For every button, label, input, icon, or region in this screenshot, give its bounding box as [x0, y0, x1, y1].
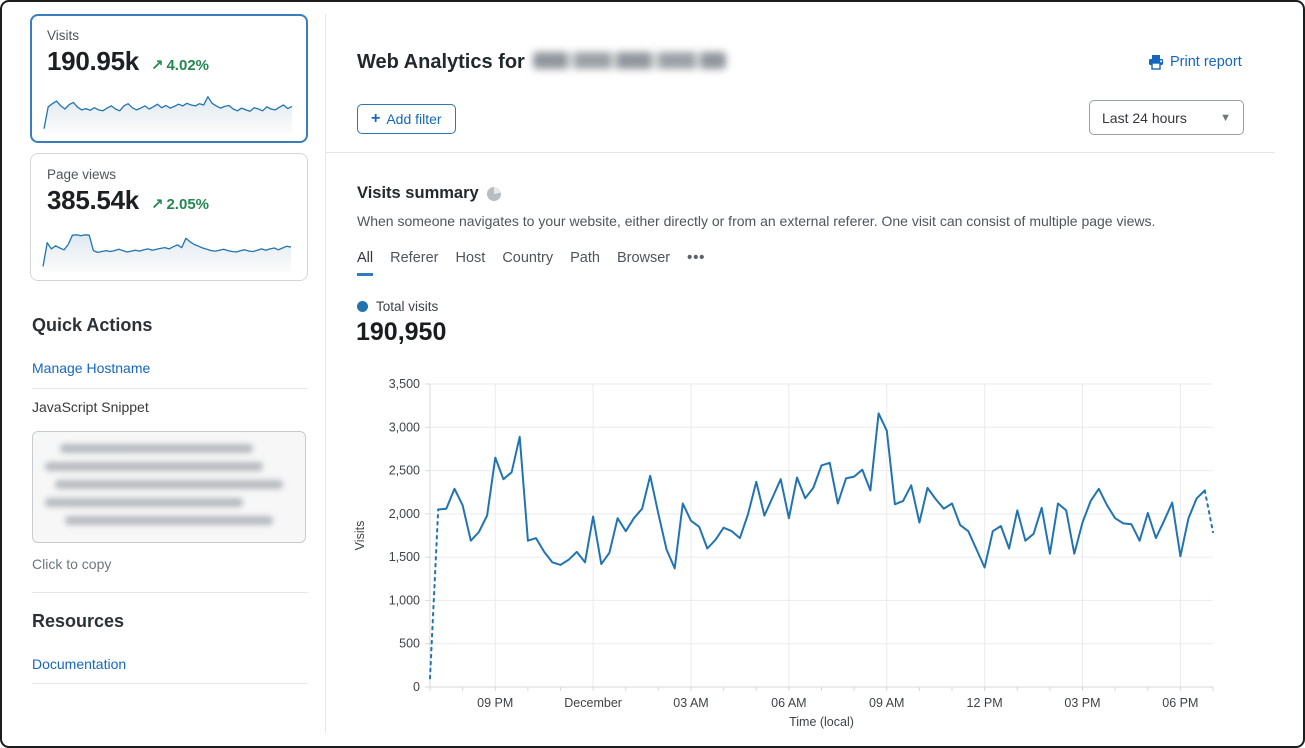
svg-text:Visits: Visits [353, 521, 367, 551]
javascript-snippet-label: JavaScript Snippet [32, 399, 149, 415]
total-visits-value: 190,950 [356, 318, 446, 347]
tabs-more-button[interactable]: ••• [687, 250, 705, 276]
redacted-domain [533, 52, 726, 69]
redacted-code-line [65, 516, 273, 525]
click-to-copy-hint: Click to copy [32, 556, 111, 572]
svg-text:06 AM: 06 AM [771, 696, 806, 710]
visits-line-chart: 0 500 1,000 1,500 2,000 2,500 3,000 3,500 09 PM D… [352, 374, 1230, 736]
quick-actions-heading: Quick Actions [32, 315, 152, 336]
redacted-code-line [45, 498, 243, 507]
svg-text:500: 500 [399, 637, 420, 651]
header-divider [326, 152, 1275, 153]
svg-text:1,500: 1,500 [389, 550, 420, 564]
redacted-code-line [55, 480, 283, 489]
svg-text:3,000: 3,000 [389, 420, 420, 434]
svg-text:09 PM: 09 PM [477, 696, 513, 710]
legend-dot-icon [357, 301, 368, 312]
tab-country[interactable]: Country [502, 250, 553, 276]
metric-change: ↗4.02% [151, 56, 209, 74]
metric-label: Visits [47, 28, 291, 43]
manage-hostname-link[interactable]: Manage Hostname [32, 360, 150, 376]
redacted-code-line [60, 444, 253, 453]
metric-label: Page views [47, 167, 291, 182]
page-title: Web Analytics for [357, 51, 726, 74]
tab-referer[interactable]: Referer [390, 250, 438, 276]
add-filter-button[interactable]: + Add filter [357, 104, 456, 134]
divider [32, 592, 308, 593]
redacted-code-line [45, 462, 263, 471]
tab-browser[interactable]: Browser [617, 250, 670, 276]
svg-text:2,000: 2,000 [389, 507, 420, 521]
svg-text:06 PM: 06 PM [1162, 696, 1198, 710]
svg-text:03 PM: 03 PM [1064, 696, 1100, 710]
svg-text:03 AM: 03 AM [673, 696, 708, 710]
chart-legend: Total visits [357, 299, 438, 314]
svg-text:09 AM: 09 AM [869, 696, 904, 710]
tab-all[interactable]: All [357, 250, 373, 276]
svg-text:December: December [564, 696, 622, 710]
svg-text:12 PM: 12 PM [967, 696, 1003, 710]
svg-text:Time (local): Time (local) [789, 715, 854, 729]
javascript-snippet-code-box[interactable] [32, 431, 306, 543]
resources-heading: Resources [32, 611, 124, 632]
chevron-down-icon: ▼ [1220, 112, 1231, 124]
divider [32, 683, 308, 684]
metric-value: 190.95k [47, 46, 139, 77]
metric-card-page-views[interactable]: Page views 385.54k ↗2.05% [30, 153, 308, 281]
plus-icon: + [371, 110, 380, 128]
tab-path[interactable]: Path [570, 250, 600, 276]
metric-change: ↗2.05% [151, 195, 209, 213]
legend-label: Total visits [376, 299, 438, 314]
metric-card-visits[interactable]: Visits 190.95k ↗4.02% [30, 14, 308, 143]
svg-text:2,500: 2,500 [389, 464, 420, 478]
svg-text:0: 0 [413, 680, 420, 694]
printer-icon [1148, 54, 1164, 70]
page-views-sparkline [41, 220, 293, 274]
visits-summary-description: When someone navigates to your website, … [357, 213, 1155, 229]
documentation-link[interactable]: Documentation [32, 656, 126, 672]
divider [32, 388, 308, 389]
print-report-button[interactable]: Print report [1148, 54, 1242, 70]
time-range-select[interactable]: Last 24 hours ▼ [1089, 100, 1244, 135]
metric-value: 385.54k [47, 185, 139, 216]
trend-up-icon: ↗ [151, 57, 164, 74]
time-range-value: Last 24 hours [1102, 110, 1187, 126]
visits-summary-heading: Visits summary [357, 184, 501, 203]
tab-host[interactable]: Host [455, 250, 485, 276]
trend-up-icon: ↗ [151, 196, 164, 213]
summary-tabs: All Referer Host Country Path Browser ••• [357, 250, 705, 276]
svg-text:3,500: 3,500 [389, 377, 420, 391]
visits-sparkline [42, 81, 294, 135]
sidebar-main-divider [325, 14, 326, 733]
pie-chart-icon [487, 187, 501, 201]
svg-text:1,000: 1,000 [389, 593, 420, 607]
